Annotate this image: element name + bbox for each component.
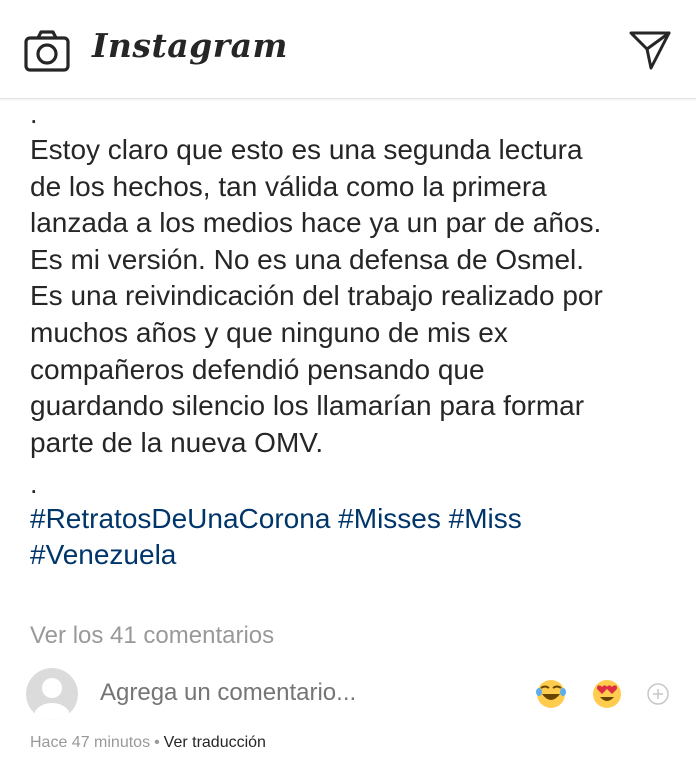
- caption-line: parte de la nueva OMV.: [30, 426, 324, 458]
- translate-link[interactable]: Ver traducción: [164, 734, 266, 751]
- view-all-comments-link[interactable]: Ver los 41 comentarios: [30, 622, 274, 650]
- caption-separator-dot: .: [30, 99, 38, 129]
- avatar: [26, 668, 78, 720]
- caption-line: Es una reivindicación del trabajo realiz…: [30, 280, 603, 312]
- plus-circle-icon[interactable]: [646, 682, 670, 706]
- caption-line: compañeros defendió pensando que: [30, 353, 485, 385]
- hashtag-link[interactable]: #RetratosDeUnaCorona: [30, 503, 330, 534]
- hashtag-link[interactable]: #Misses: [338, 503, 441, 534]
- caption-line: Es mi versión. No es una defensa de Osme…: [30, 243, 585, 275]
- comment-input[interactable]: [98, 678, 482, 708]
- add-comment-row: [26, 668, 674, 720]
- meta-separator: •: [154, 734, 160, 751]
- hashtag-list: #RetratosDeUnaCorona #Misses #Miss #Vene…: [30, 501, 680, 573]
- instagram-logo[interactable]: Instagram: [92, 26, 288, 65]
- top-bar: Instagram: [0, 0, 696, 99]
- caption-line: muchos años y que ninguno de mis ex: [30, 316, 508, 348]
- camera-icon[interactable]: [24, 30, 70, 72]
- joy-emoji[interactable]: [536, 679, 566, 709]
- post-caption: Estoy claro que esto es una segunda lect…: [30, 132, 680, 461]
- caption-line: lanzada a los medios hace ya un par de a…: [30, 207, 602, 239]
- hashtag-link[interactable]: #Miss: [449, 503, 522, 534]
- caption-line: de los hechos, tan válida como la primer…: [30, 170, 547, 202]
- heart-eyes-emoji[interactable]: [592, 679, 622, 709]
- caption-separator-dot: .: [30, 469, 38, 500]
- post-meta: Hace 47 minutos • Ver traducción: [30, 734, 266, 752]
- hashtag-link[interactable]: #Venezuela: [30, 539, 176, 570]
- caption-line: guardando silencio los llamarían para fo…: [30, 390, 585, 422]
- post-timestamp: Hace 47 minutos: [30, 734, 151, 751]
- post-caption-area: . Estoy claro que esto es una segunda le…: [30, 96, 680, 573]
- direct-send-icon[interactable]: [628, 28, 672, 72]
- caption-line: Estoy claro que esto es una segunda lect…: [30, 134, 583, 165]
